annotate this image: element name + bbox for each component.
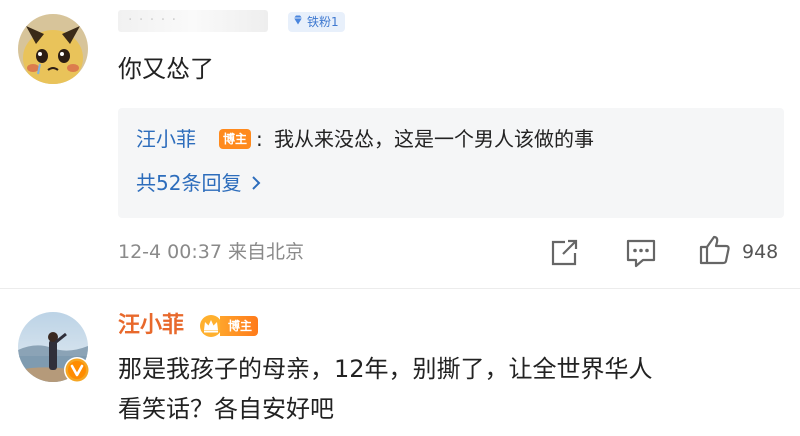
redacted-username-text: · · · · · [128, 12, 178, 28]
reply-preview-box[interactable]: 汪小菲 博主 : 我从来没怂，这是一个男人该做的事 共52条回复 [118, 108, 784, 218]
author-badge: 博主 [198, 314, 259, 338]
share-button[interactable] [549, 238, 581, 268]
fan-level-badge[interactable]: 铁粉1 [288, 12, 345, 32]
share-icon [549, 239, 581, 272]
chevron-right-icon [251, 175, 261, 191]
reply-count-label: 共52条回复 [136, 171, 242, 195]
verified-v-icon [64, 357, 90, 383]
diamond-icon [292, 12, 304, 32]
comment-divider [0, 288, 800, 289]
comment-icon [624, 239, 658, 272]
commenter-username-redacted[interactable]: · · · · · [118, 10, 268, 32]
view-replies-link[interactable]: 共52条回复 [136, 168, 261, 198]
comment-text: 你又怂了 [118, 55, 214, 83]
author-username[interactable]: 汪小菲 [118, 310, 184, 342]
thumbs-up-icon [698, 234, 732, 270]
comment-text-line-1: 那是我孩子的母亲，12年，别撕了，让全世界华人 [118, 355, 653, 383]
reply-author-name[interactable]: 汪小菲 [136, 124, 196, 154]
reply-colon: : [256, 127, 263, 151]
like-button[interactable]: 948 [698, 234, 794, 270]
fan-badge-label: 铁粉1 [307, 15, 339, 29]
avatar-commenter[interactable] [18, 14, 88, 84]
comment-button[interactable] [624, 238, 658, 268]
reply-text: 我从来没怂，这是一个男人该做的事 [274, 127, 594, 151]
author-badge-label: 博主 [220, 316, 259, 336]
comment-meta: 12-4 00:37 来自北京 [118, 241, 304, 263]
author-badge: 博主 [219, 129, 252, 149]
comment-text-line-2: 看笑话？各自安好吧 [118, 395, 334, 423]
like-count: 948 [742, 241, 779, 263]
